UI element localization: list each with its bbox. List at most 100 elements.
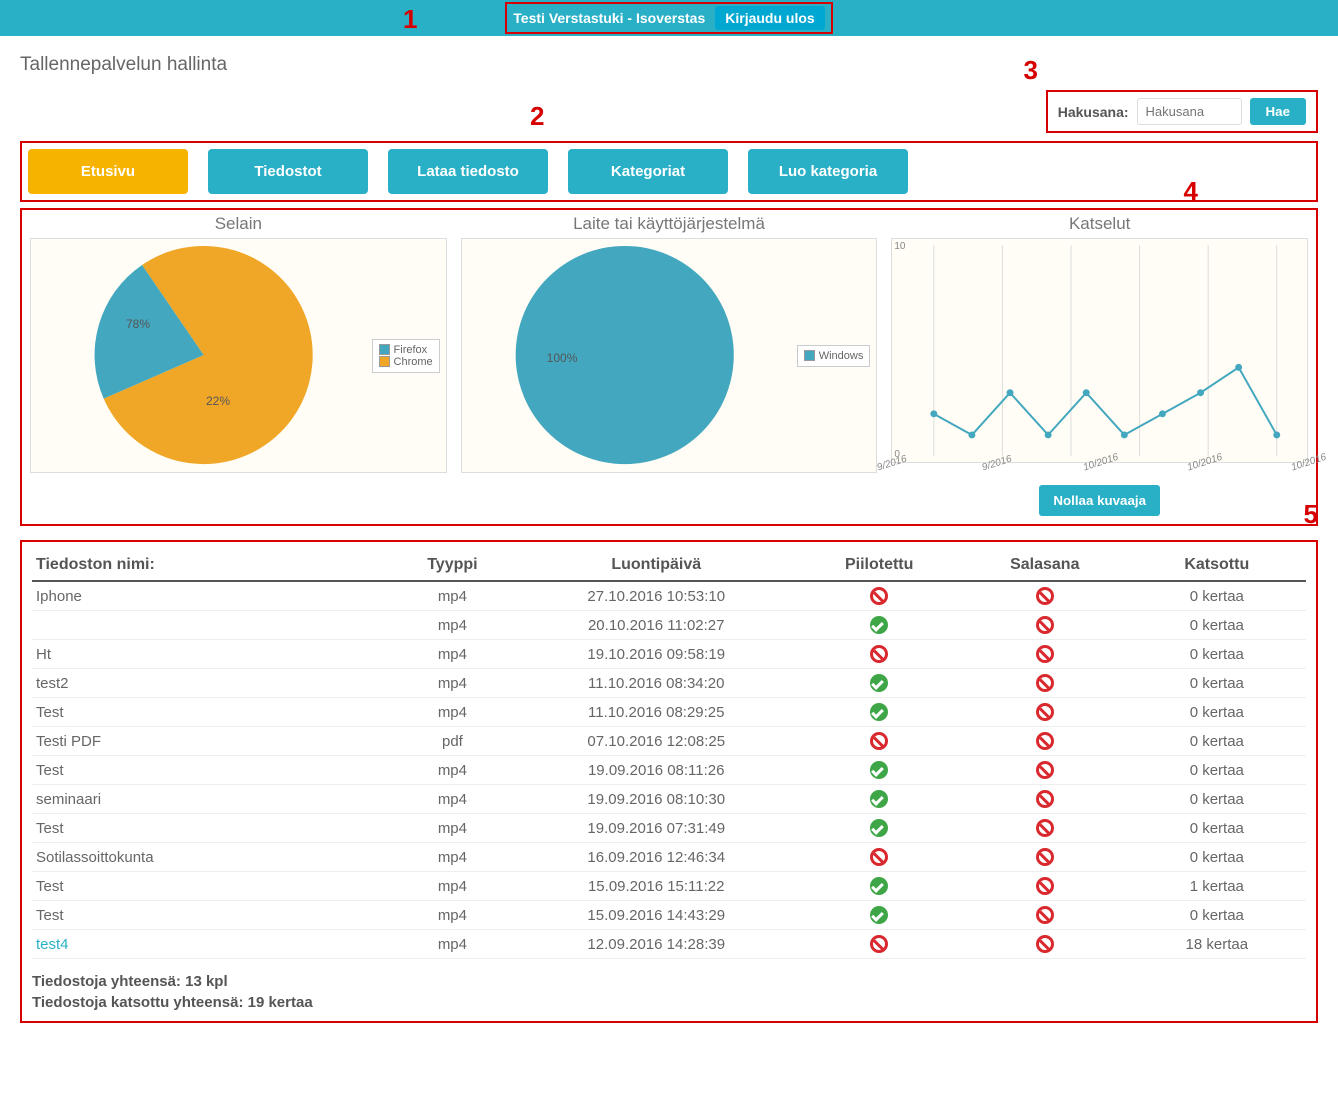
search-box: Hakusana: Hae	[1046, 90, 1318, 133]
table-row[interactable]: Testmp419.09.2016 07:31:490 kertaa	[32, 814, 1306, 843]
cell-name[interactable]: Test	[32, 698, 389, 727]
cell-hidden	[796, 930, 962, 959]
nav-kategoriat[interactable]: Kategoriat	[568, 149, 728, 194]
cell-viewed: 0 kertaa	[1128, 756, 1306, 785]
forbidden-icon	[1036, 674, 1054, 692]
xtick: 9/2016	[876, 454, 908, 474]
table-row[interactable]: Testi PDFpdf07.10.2016 12:08:250 kertaa	[32, 727, 1306, 756]
table-row[interactable]: Htmp419.10.2016 09:58:190 kertaa	[32, 640, 1306, 669]
nav-lataa[interactable]: Lataa tiedosto	[388, 149, 548, 194]
cell-viewed: 1 kertaa	[1128, 872, 1306, 901]
forbidden-icon	[870, 848, 888, 866]
annotation-1: 1	[403, 4, 417, 35]
forbidden-icon	[1036, 703, 1054, 721]
cell-name[interactable]: Test	[32, 901, 389, 930]
cell-date: 15.09.2016 15:11:22	[516, 872, 796, 901]
th-viewed: Katsottu	[1128, 550, 1306, 581]
table-row[interactable]: Testmp415.09.2016 15:11:22 1 kertaa	[32, 872, 1306, 901]
nav-row: Etusivu Tiedostot Lataa tiedosto Kategor…	[20, 141, 1318, 202]
cell-password	[962, 640, 1128, 669]
cell-viewed: 0 kertaa	[1128, 640, 1306, 669]
nav-etusivu[interactable]: Etusivu	[28, 149, 188, 194]
forbidden-icon	[870, 935, 888, 953]
topbar-title: Testi Verstastuki - Isoverstas	[513, 10, 705, 26]
annotation-4: 4	[1184, 176, 1198, 207]
xtick-row: 9/20169/201610/201610/201610/2016	[891, 463, 1308, 477]
cell-hidden	[796, 872, 962, 901]
chart-views-title: Katselut	[891, 214, 1308, 234]
nav-luo[interactable]: Luo kategoria	[748, 149, 908, 194]
cell-name[interactable]: Iphone	[32, 581, 389, 611]
cell-name[interactable]: Test	[32, 756, 389, 785]
table-row[interactable]: mp420.10.2016 11:02:270 kertaa	[32, 611, 1306, 640]
cell-name[interactable]: Testi PDF	[32, 727, 389, 756]
forbidden-icon	[1036, 616, 1054, 634]
pie2-label: 100%	[547, 351, 578, 365]
cell-viewed: 0 kertaa	[1128, 669, 1306, 698]
cell-type: mp4	[389, 872, 516, 901]
cell-name[interactable]: test4	[32, 930, 389, 959]
search-input[interactable]	[1137, 98, 1242, 125]
check-icon	[870, 877, 888, 895]
cell-name[interactable]: Test	[32, 872, 389, 901]
cell-name[interactable]: Sotilassoittokunta	[32, 843, 389, 872]
cell-date: 19.09.2016 07:31:49	[516, 814, 796, 843]
forbidden-icon	[870, 645, 888, 663]
forbidden-icon	[1036, 819, 1054, 837]
search-button[interactable]: Hae	[1250, 98, 1306, 125]
legend-browser: Firefox Chrome	[372, 339, 440, 373]
table-row[interactable]: Iphonemp427.10.2016 10:53:100 kertaa	[32, 581, 1306, 611]
topbar: 1 Testi Verstastuki - Isoverstas Kirjaud…	[0, 0, 1338, 36]
cell-password	[962, 785, 1128, 814]
th-date: Luontipäivä	[516, 550, 796, 581]
cell-viewed: 0 kertaa	[1128, 611, 1306, 640]
cell-password	[962, 611, 1128, 640]
reset-chart-button[interactable]: Nollaa kuvaaja	[1039, 485, 1160, 516]
cell-type: mp4	[389, 901, 516, 930]
cell-viewed: 18 kertaa	[1128, 930, 1306, 959]
chart-device: Windows 100%	[461, 238, 878, 473]
cell-hidden	[796, 640, 962, 669]
cell-name[interactable]: seminaari	[32, 785, 389, 814]
table-row[interactable]: seminaarimp419.09.2016 08:10:300 kertaa	[32, 785, 1306, 814]
table-row[interactable]: Testmp411.10.2016 08:29:250 kertaa	[32, 698, 1306, 727]
table-row[interactable]: test2mp411.10.2016 08:34:200 kertaa	[32, 669, 1306, 698]
cell-type: mp4	[389, 611, 516, 640]
cell-password	[962, 901, 1128, 930]
cell-viewed: 0 kertaa	[1128, 698, 1306, 727]
cell-name[interactable]: Ht	[32, 640, 389, 669]
forbidden-icon	[1036, 732, 1054, 750]
nav-tiedostot[interactable]: Tiedostot	[208, 149, 368, 194]
cell-viewed: 0 kertaa	[1128, 785, 1306, 814]
cell-hidden	[796, 843, 962, 872]
table-row[interactable]: Testmp415.09.2016 14:43:290 kertaa	[32, 901, 1306, 930]
page-title: Tallennepalvelun hallinta	[20, 54, 1318, 76]
chart-views: 10 0	[891, 238, 1308, 463]
cell-name[interactable]: Test	[32, 814, 389, 843]
cell-hidden	[796, 785, 962, 814]
cell-hidden	[796, 669, 962, 698]
table-row[interactable]: Testmp419.09.2016 08:11:260 kertaa	[32, 756, 1306, 785]
check-icon	[870, 906, 888, 924]
cell-date: 19.10.2016 09:58:19	[516, 640, 796, 669]
topbar-box: Testi Verstastuki - Isoverstas Kirjaudu …	[505, 2, 832, 34]
cell-hidden	[796, 698, 962, 727]
cell-type: mp4	[389, 581, 516, 611]
forbidden-icon	[1036, 935, 1054, 953]
th-hidden: Piilotettu	[796, 550, 962, 581]
forbidden-icon	[1036, 587, 1054, 605]
table-row[interactable]: Sotilassoittokuntamp416.09.2016 12:46:34…	[32, 843, 1306, 872]
cell-type: mp4	[389, 814, 516, 843]
check-icon	[870, 790, 888, 808]
cell-date: 11.10.2016 08:34:20	[516, 669, 796, 698]
legend-windows: Windows	[819, 350, 864, 362]
legend-chrome: Chrome	[394, 356, 433, 368]
check-icon	[870, 674, 888, 692]
logout-button[interactable]: Kirjaudu ulos	[715, 6, 824, 30]
chart-device-title: Laite tai käyttöjärjestelmä	[461, 214, 878, 234]
summary-count: Tiedostoja yhteensä: 13 kpl	[32, 971, 1306, 992]
table-row[interactable]: test4mp412.09.2016 14:28:3918 kertaa	[32, 930, 1306, 959]
cell-type: mp4	[389, 785, 516, 814]
cell-name[interactable]: test2	[32, 669, 389, 698]
cell-name[interactable]	[32, 611, 389, 640]
